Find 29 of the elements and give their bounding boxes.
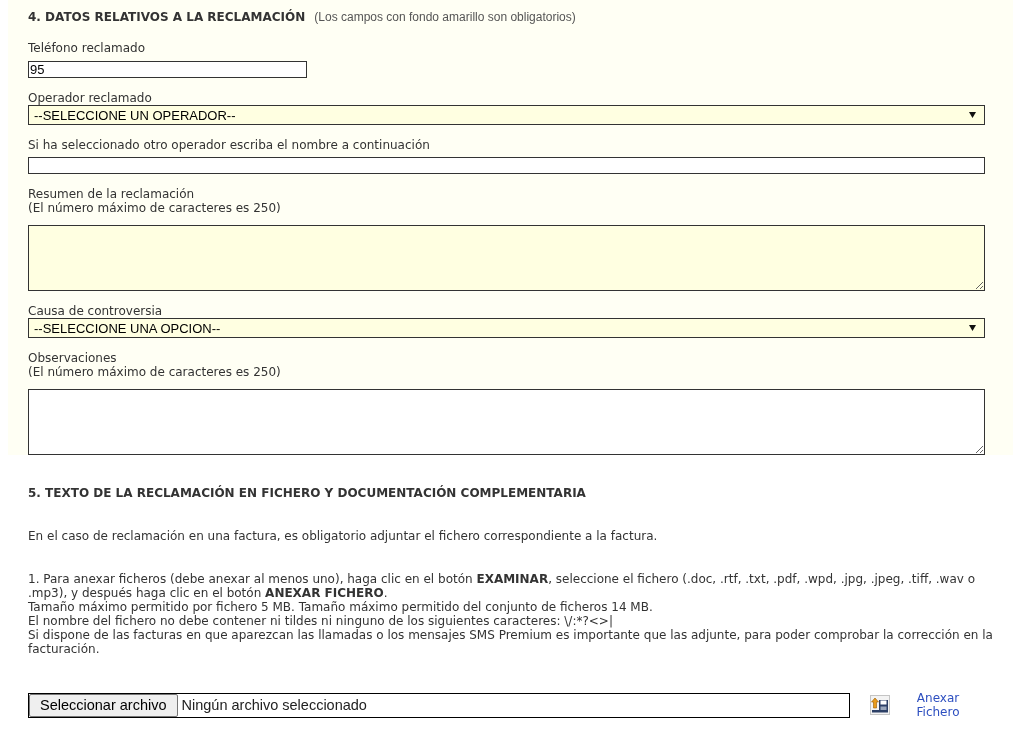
field-label: Resumen de la reclamación bbox=[28, 187, 196, 201]
required-fields-note: (Los campos con fondo amarillo son obligatorios) bbox=[314, 10, 576, 24]
section-heading: 5. TEXTO DE LA RECLAMACIÓN EN FICHERO Y DOCUMENTACIÓN COMPLEMENTARIA bbox=[28, 486, 587, 500]
upload-icon[interactable] bbox=[870, 695, 890, 715]
notice-text: En el caso de reclamación en una factura, es obligatorio adjuntar el fichero correspondiente a la factura. bbox=[28, 529, 659, 543]
section-heading: 4. DATOS RELATIVOS A LA RECLAMACIÓN bbox=[28, 10, 306, 24]
text-area-field[interactable] bbox=[28, 225, 985, 291]
instruction-text: Tamaño máximo permitido por fichero 5 MB. Tamaño máximo permitido del conjunto de ficheros 14 MB. bbox=[28, 600, 654, 614]
field-hint: (El número máximo de caracteres es 250) bbox=[28, 201, 282, 215]
instruction-text: 1. Para anexar ficheros (debe anexar al menos uno), haga clic en el botón EXAMINAR, seleccione el fichero (.doc, .rtf, .txt, .pdf, .wpd, .jpg, .jpeg, .tiff, .wav o .mp3), y después haga clic en el botón ANEXAR FICHERO. bbox=[28, 572, 977, 600]
phone-input-field[interactable]: 95 bbox=[28, 61, 307, 78]
field-label: Si ha seleccionado otro operador escriba el nombre a continuación bbox=[28, 138, 431, 152]
attach-file-link[interactable]: Anexar Fichero bbox=[910, 691, 966, 719]
caret-icon bbox=[969, 325, 976, 331]
field-label: Causa de controversia bbox=[28, 304, 164, 318]
dropdown[interactable]: --SELECCIONE UN OPERADOR-- bbox=[28, 105, 985, 125]
caret-icon bbox=[969, 112, 976, 118]
file-input-field[interactable]: Seleccionar archivo Ningún archivo seleccionado bbox=[28, 692, 850, 718]
dropdown[interactable]: --SELECCIONE UNA OPCION-- bbox=[28, 318, 985, 338]
choose-file-button[interactable]: Seleccionar archivo bbox=[29, 693, 178, 717]
text-input-field[interactable] bbox=[28, 157, 985, 174]
field-label: Teléfono reclamado bbox=[28, 41, 147, 55]
field-hint: (El número máximo de caracteres es 250) bbox=[28, 365, 282, 379]
instruction-text: El nombre del fichero no debe contener ni tildes ni ninguno de los siguientes caracteres: \/:*?<>| bbox=[28, 614, 614, 628]
text-area-field[interactable] bbox=[28, 389, 985, 455]
instruction-text: Si dispone de las facturas en que aparezcan las llamadas o los mensajes SMS Premium es importante que las adjunte, para poder comprobar la corrección en la facturación. bbox=[28, 628, 993, 656]
field-label: Observaciones bbox=[28, 351, 118, 365]
field-label: Operador reclamado bbox=[28, 91, 153, 105]
file-status-text: Ningún archivo seleccionado bbox=[180, 696, 367, 714]
